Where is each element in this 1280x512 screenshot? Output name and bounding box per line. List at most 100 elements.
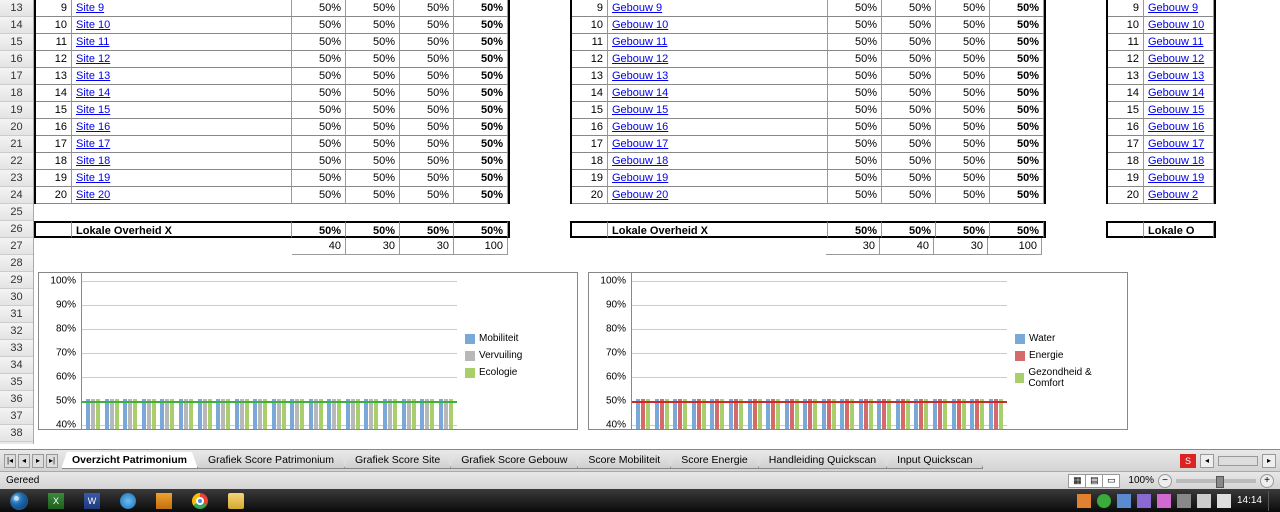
row-name-link[interactable]: Gebouw 17 <box>1148 138 1204 150</box>
row-name-link[interactable]: Gebouw 16 <box>1148 121 1204 133</box>
row-header[interactable]: 38 <box>0 425 33 442</box>
hscroll-left-icon[interactable]: ◂ <box>1200 454 1214 468</box>
tray-network-icon[interactable] <box>1197 494 1211 508</box>
row-header[interactable]: 26 <box>0 221 33 238</box>
row-header[interactable]: 29 <box>0 272 33 289</box>
row-name-link[interactable]: Site 18 <box>76 155 110 167</box>
tab-first-icon[interactable]: |◂ <box>4 454 16 468</box>
row-header[interactable]: 30 <box>0 289 33 306</box>
row-header[interactable]: 35 <box>0 374 33 391</box>
row-header[interactable]: 17 <box>0 68 33 85</box>
taskbar-word[interactable]: W <box>75 490 109 511</box>
row-name-link[interactable]: Site 10 <box>76 19 110 31</box>
tray-icon-1[interactable] <box>1077 494 1091 508</box>
row-header[interactable]: 28 <box>0 255 33 272</box>
row-header[interactable]: 18 <box>0 85 33 102</box>
row-name-link[interactable]: Gebouw 13 <box>1148 70 1204 82</box>
taskbar-excel[interactable]: X <box>39 490 73 511</box>
row-name-link[interactable]: Gebouw 15 <box>1148 104 1204 116</box>
row-name-link[interactable]: Gebouw 10 <box>612 19 668 31</box>
row-name-link[interactable]: Gebouw 12 <box>1148 53 1204 65</box>
zoom-in-icon[interactable]: + <box>1260 474 1274 488</box>
row-name-link[interactable]: Gebouw 9 <box>612 2 662 14</box>
sheet-tab[interactable]: Overzicht Patrimonium <box>62 452 198 469</box>
row-header[interactable]: 20 <box>0 119 33 136</box>
tab-prev-icon[interactable]: ◂ <box>18 454 30 468</box>
chart-1[interactable]: 100%90%80%70%60%50%40%WaterEnergieGezond… <box>588 272 1128 430</box>
row-header[interactable]: 25 <box>0 204 33 221</box>
tray-volume-icon[interactable] <box>1217 494 1231 508</box>
chart-0[interactable]: 100%90%80%70%60%50%40%MobiliteitVervuili… <box>38 272 578 430</box>
row-name-link[interactable]: Gebouw 15 <box>612 104 668 116</box>
row-name-link[interactable]: Gebouw 18 <box>612 155 668 167</box>
row-name-link[interactable]: Gebouw 10 <box>1148 19 1204 31</box>
taskbar-chrome[interactable] <box>183 490 217 511</box>
row-name-link[interactable]: Gebouw 9 <box>1148 2 1198 14</box>
view-pagelayout-icon[interactable]: ▤ <box>1085 474 1103 488</box>
tray-icon-3[interactable] <box>1117 494 1131 508</box>
row-name-link[interactable]: Gebouw 11 <box>612 36 667 48</box>
tray-sync-icon[interactable] <box>1097 494 1111 508</box>
taskbar-explorer[interactable] <box>219 490 253 511</box>
sheet-tab[interactable]: Input Quickscan <box>886 452 983 469</box>
row-name-link[interactable]: Site 13 <box>76 70 110 82</box>
zoom-slider[interactable] <box>1176 479 1256 483</box>
row-name-link[interactable]: Gebouw 16 <box>612 121 668 133</box>
row-name-link[interactable]: Gebouw 19 <box>612 172 668 184</box>
row-name-link[interactable]: Site 12 <box>76 53 110 65</box>
view-normal-icon[interactable]: ▦ <box>1068 474 1086 488</box>
row-name-link[interactable]: Gebouw 19 <box>1148 172 1204 184</box>
zoom-label[interactable]: 100% <box>1128 475 1154 486</box>
row-header[interactable]: 31 <box>0 306 33 323</box>
row-header[interactable]: 37 <box>0 408 33 425</box>
tab-overflow-indicator[interactable]: S <box>1180 454 1196 468</box>
taskbar-outlook[interactable] <box>147 490 181 511</box>
row-name-link[interactable]: Gebouw 20 <box>612 189 668 201</box>
tab-next-icon[interactable]: ▸ <box>32 454 44 468</box>
tray-icon-4[interactable] <box>1137 494 1151 508</box>
row-header[interactable]: 36 <box>0 391 33 408</box>
row-name-link[interactable]: Site 14 <box>76 87 110 99</box>
row-name-link[interactable]: Gebouw 13 <box>612 70 668 82</box>
zoom-out-icon[interactable]: − <box>1158 474 1172 488</box>
hscroll-right-icon[interactable]: ▸ <box>1262 454 1276 468</box>
tray-icon-5[interactable] <box>1157 494 1171 508</box>
row-header[interactable]: 27 <box>0 238 33 255</box>
row-header[interactable]: 16 <box>0 51 33 68</box>
row-name-link[interactable]: Site 20 <box>76 189 110 201</box>
row-header[interactable]: 21 <box>0 136 33 153</box>
view-pagebreak-icon[interactable]: ▭ <box>1102 474 1120 488</box>
row-header[interactable]: 34 <box>0 357 33 374</box>
row-name-link[interactable]: Gebouw 14 <box>1148 87 1204 99</box>
row-name-link[interactable]: Site 9 <box>76 2 104 14</box>
taskbar-ie[interactable] <box>111 490 145 511</box>
sheet-tab[interactable]: Grafiek Score Gebouw <box>450 452 578 469</box>
row-name-link[interactable]: Gebouw 11 <box>1148 36 1203 48</box>
sheet-tab[interactable]: Score Energie <box>670 452 759 469</box>
row-header[interactable]: 32 <box>0 323 33 340</box>
row-header[interactable]: 19 <box>0 102 33 119</box>
start-button[interactable] <box>0 489 38 512</box>
sheet-tab[interactable]: Handleiding Quickscan <box>758 452 887 469</box>
row-header[interactable]: 33 <box>0 340 33 357</box>
show-desktop-button[interactable] <box>1268 491 1274 511</box>
row-header[interactable]: 15 <box>0 34 33 51</box>
sheet-tab[interactable]: Score Mobiliteit <box>577 452 671 469</box>
tray-icon-6[interactable] <box>1177 494 1191 508</box>
sheet-area[interactable]: 9Site 950%50%50%50%9Gebouw 950%50%50%50%… <box>34 0 1280 444</box>
row-header[interactable]: 23 <box>0 170 33 187</box>
row-name-link[interactable]: Gebouw 2 <box>1148 189 1198 201</box>
row-name-link[interactable]: Site 17 <box>76 138 110 150</box>
sheet-tab[interactable]: Grafiek Score Patrimonium <box>197 452 345 469</box>
row-name-link[interactable]: Gebouw 17 <box>612 138 668 150</box>
row-name-link[interactable]: Gebouw 18 <box>1148 155 1204 167</box>
row-name-link[interactable]: Gebouw 14 <box>612 87 668 99</box>
sheet-tab[interactable]: Grafiek Score Site <box>344 452 451 469</box>
row-name-link[interactable]: Gebouw 12 <box>612 53 668 65</box>
row-name-link[interactable]: Site 15 <box>76 104 110 116</box>
row-header[interactable]: 24 <box>0 187 33 204</box>
row-header[interactable]: 13 <box>0 0 33 17</box>
row-header[interactable]: 22 <box>0 153 33 170</box>
row-name-link[interactable]: Site 19 <box>76 172 110 184</box>
hscroll-track[interactable] <box>1218 456 1258 466</box>
